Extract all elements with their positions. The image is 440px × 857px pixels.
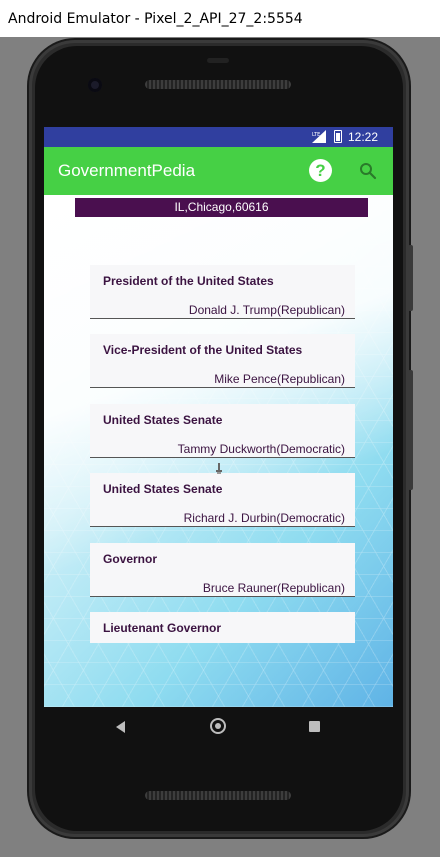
official-card-vice-president[interactable]: Vice-President of the United States Mike… xyxy=(90,334,355,388)
official-name: Tammy Duckworth(Democratic) xyxy=(177,442,345,456)
app-title: GovernmentPedia xyxy=(58,161,196,180)
emulator-window-title: Android Emulator - Pixel_2_API_27_2:5554 xyxy=(0,0,440,37)
status-bar: LTE 12:22 xyxy=(44,127,393,147)
office-title: President of the United States xyxy=(103,274,274,288)
bottom-speaker xyxy=(145,791,291,800)
official-name: Bruce Rauner(Republican) xyxy=(202,581,345,595)
office-title: Vice-President of the United States xyxy=(103,343,303,357)
back-icon[interactable] xyxy=(116,721,125,733)
volume-button[interactable] xyxy=(408,370,413,490)
location-label: IL,Chicago,60616 xyxy=(75,198,368,217)
battery-icon xyxy=(334,130,342,143)
power-button[interactable] xyxy=(408,245,413,311)
svg-text:LTE: LTE xyxy=(312,132,320,138)
signal-lte-icon: LTE xyxy=(312,130,326,143)
device-screen: LTE 12:22 GovernmentPedia ? IL,Chicago,6… xyxy=(44,127,393,707)
recent-apps-icon[interactable] xyxy=(309,721,320,732)
help-icon[interactable]: ? xyxy=(309,159,332,182)
android-nav-bar xyxy=(44,707,393,747)
official-name: Donald J. Trump(Republican) xyxy=(188,303,345,317)
official-card-senate-2[interactable]: United States Senate Richard J. Durbin(D… xyxy=(90,473,355,527)
official-card-senate-1[interactable]: United States Senate Tammy Duckworth(Dem… xyxy=(90,404,355,458)
search-icon[interactable] xyxy=(358,161,378,181)
office-title: United States Senate xyxy=(103,482,223,496)
officials-list[interactable]: IL,Chicago,60616 President of the United… xyxy=(44,195,393,707)
office-title: United States Senate xyxy=(103,413,223,427)
official-card-lieutenant-governor[interactable]: Lieutenant Governor xyxy=(90,612,355,643)
official-name: Mike Pence(Republican) xyxy=(214,372,345,386)
office-title: Governor xyxy=(103,552,158,566)
office-title: Lieutenant Governor xyxy=(103,621,222,635)
status-time: 12:22 xyxy=(348,130,379,144)
mouse-cursor-icon xyxy=(216,463,222,474)
earpiece-speaker xyxy=(145,80,291,89)
home-icon[interactable] xyxy=(210,718,226,734)
app-bar: GovernmentPedia ? xyxy=(44,147,393,195)
proximity-sensor xyxy=(207,58,229,63)
official-card-governor[interactable]: Governor Bruce Rauner(Republican) xyxy=(90,543,355,597)
front-camera-icon xyxy=(88,78,102,92)
official-name: Richard J. Durbin(Democratic) xyxy=(183,511,345,525)
official-card-president[interactable]: President of the United States Donald J.… xyxy=(90,265,355,319)
